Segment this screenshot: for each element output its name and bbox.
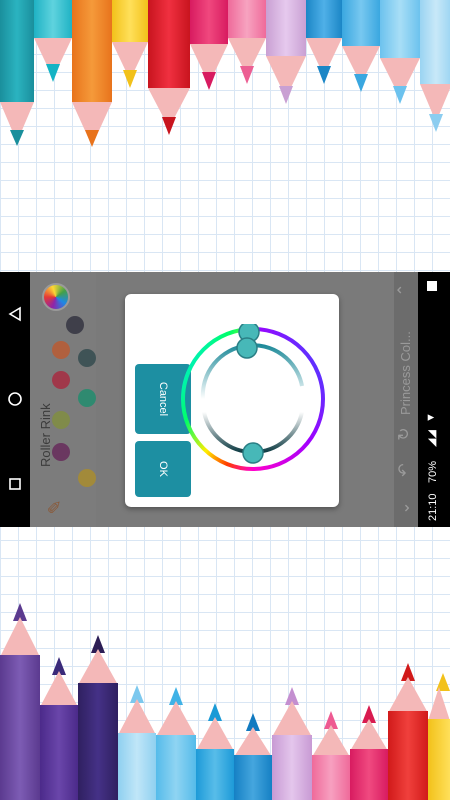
pencil-gold [428,673,450,800]
top-pencil-decoration [0,0,450,160]
app-action-bar: ⌄ ↶ ↻ Princess Col... ⌃ [394,272,418,527]
down-icon[interactable]: ⌄ [394,497,416,519]
back-icon[interactable] [2,302,28,328]
signal-icon: ◢◢ [426,430,438,447]
brush-icon[interactable]: ✎ [44,495,66,519]
pencil-red [148,0,190,140]
android-nav-bar [0,272,30,527]
color-picker-dialog: Cancel OK [125,294,339,507]
clock: 21:10 [427,493,439,521]
bottom-pencil-decoration [0,595,450,800]
canvas-label: Roller Rink [38,403,53,467]
battery-percent: 70% [427,460,439,483]
notification-icon [427,281,437,291]
pencil-crimson [350,705,388,800]
pencil-magenta [190,0,228,95]
status-bar: 21:10 70% ◢◢ ▼ [418,272,450,527]
pencil-pink [228,0,266,88]
palette-swatch[interactable] [66,316,84,334]
palette-swatch[interactable] [78,349,96,367]
pencil-blue [306,0,342,88]
app-title: Princess Col... [398,331,413,415]
pencil-mauve [272,687,312,800]
pencil-skyblue [342,0,380,95]
pencil-light-sky [118,685,156,800]
pencil-violet [40,657,78,800]
refresh-icon[interactable]: ↻ [394,423,416,445]
pencil-lilac [266,0,306,110]
pencil-cerulean [196,703,234,800]
pencil-purple [0,603,40,800]
pencil-lightblue [380,0,420,110]
palette-swatch[interactable] [52,341,70,359]
pencil-scarlet [388,663,428,800]
palette-swatch[interactable] [78,469,96,487]
pencil-aqua [156,687,196,800]
wifi-icon: ▼ [425,412,437,423]
palette-swatch[interactable] [52,443,70,461]
pencil-cyan [34,0,72,90]
recents-icon[interactable] [2,472,28,498]
pencil-rose [312,711,350,800]
palette-swatch[interactable] [52,411,70,429]
palette-swatch[interactable] [78,389,96,407]
home-icon[interactable] [2,387,28,413]
color-wheel[interactable] [178,324,328,474]
pencil-yellow [112,0,148,92]
palette-swatch[interactable] [52,371,70,389]
value-handle [242,442,264,464]
pencil-indigo [78,635,118,800]
saturation-handle [236,337,258,359]
pencil-teal [0,0,34,150]
pencil-ocean [234,713,272,800]
up-icon[interactable]: ⌃ [394,279,416,301]
pencil-paleblue [420,0,450,135]
undo-icon[interactable]: ↶ [394,459,416,481]
pencil-orange [72,0,112,150]
color-wheel-icon[interactable] [42,283,70,311]
